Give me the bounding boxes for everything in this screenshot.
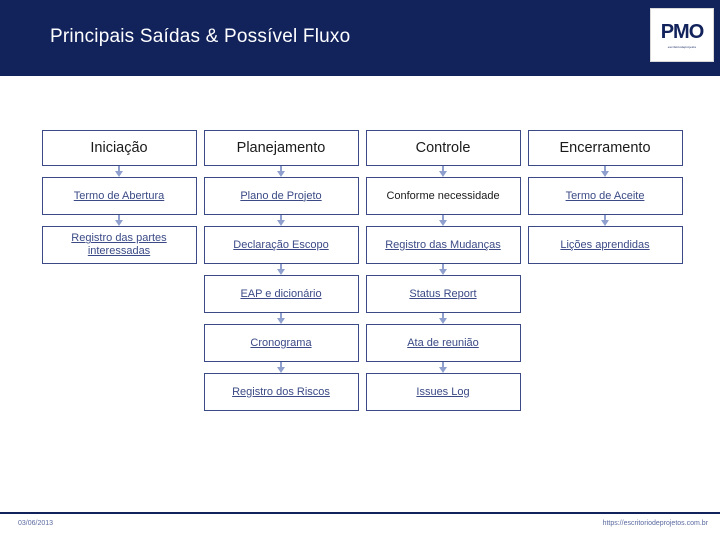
node-label: Status Report [409, 287, 477, 300]
flow-diagram: Iniciação Termo de Abertura Registro das… [0, 130, 720, 411]
diagram-column-iniciacao: Iniciação Termo de Abertura Registro das… [38, 130, 200, 264]
slide-header: Principais Saídas & Possível Fluxo PMO e… [0, 0, 720, 76]
column-header-planejamento: Planejamento [203, 130, 359, 166]
arrow-down-icon [276, 264, 286, 275]
logo-subtitle: escritoriodeprojetos [667, 44, 697, 49]
node-declaracao-escopo[interactable]: Declaração Escopo [203, 226, 359, 264]
footer-divider [0, 512, 720, 514]
arrow-down-icon [276, 166, 286, 177]
node-termo-de-abertura[interactable]: Termo de Abertura [41, 177, 197, 215]
arrow-down-icon [438, 362, 448, 373]
column-header-label: Encerramento [559, 139, 651, 156]
diagram-column-planejamento: Planejamento Plano de Projeto Declaração… [200, 130, 362, 411]
node-label: Registro das Mudanças [385, 238, 501, 251]
node-plano-de-projeto[interactable]: Plano de Projeto [203, 177, 359, 215]
column-header-encerramento: Encerramento [527, 130, 683, 166]
pmo-logo: PMO escritoriodeprojetos [650, 8, 714, 62]
node-cronograma[interactable]: Cronograma [203, 324, 359, 362]
node-label: Cronograma [250, 336, 312, 349]
arrow-down-icon [276, 313, 286, 324]
diagram-columns: Iniciação Termo de Abertura Registro das… [0, 130, 720, 411]
arrow-down-icon [600, 166, 610, 177]
node-label: Declaração Escopo [233, 238, 329, 251]
node-label: Issues Log [416, 385, 470, 398]
arrow-down-icon [438, 215, 448, 226]
slide-footer: 03/06/2013 https://escritoriodeprojetos.… [0, 512, 720, 540]
column-header-iniciacao: Iniciação [41, 130, 197, 166]
node-label: Conforme necessidade [386, 189, 500, 202]
node-ata-de-reuniao[interactable]: Ata de reunião [365, 324, 521, 362]
node-label: Termo de Abertura [73, 189, 165, 202]
column-header-label: Controle [415, 139, 471, 156]
logo-mark: PMO [660, 20, 705, 43]
node-status-report[interactable]: Status Report [365, 275, 521, 313]
node-registro-das-partes-interessadas[interactable]: Registro das partes interessadas [41, 226, 197, 264]
node-label: EAP e dicionário [240, 287, 322, 300]
node-label: Plano de Projeto [240, 189, 322, 202]
node-label: Registro das partes interessadas [71, 232, 167, 257]
diagram-column-encerramento: Encerramento Termo de Aceite Lições apre… [524, 130, 686, 264]
diagram-column-controle: Controle Conforme necessidade Registro d… [362, 130, 524, 411]
node-termo-de-aceite[interactable]: Termo de Aceite [527, 177, 683, 215]
column-header-label: Planejamento [236, 139, 326, 156]
column-header-controle: Controle [365, 130, 521, 166]
arrow-down-icon [114, 166, 124, 177]
node-eap-e-dicionario[interactable]: EAP e dicionário [203, 275, 359, 313]
node-licoes-aprendidas[interactable]: Lições aprendidas [527, 226, 683, 264]
node-label: Termo de Aceite [565, 189, 645, 202]
node-label: Lições aprendidas [560, 238, 650, 251]
arrow-down-icon [276, 362, 286, 373]
node-label: Registro dos Riscos [232, 385, 330, 398]
arrow-down-icon [438, 264, 448, 275]
arrow-down-icon [114, 215, 124, 226]
page-title: Principais Saídas & Possível Fluxo [50, 26, 351, 47]
footer-url[interactable]: https://escritoriodeprojetos.com.br [603, 520, 708, 527]
arrow-down-icon [600, 215, 610, 226]
arrow-down-icon [438, 166, 448, 177]
arrow-down-icon [276, 215, 286, 226]
node-conforme-necessidade[interactable]: Conforme necessidade [365, 177, 521, 215]
node-label: Ata de reunião [407, 336, 479, 349]
node-registro-das-mudancas[interactable]: Registro das Mudanças [365, 226, 521, 264]
column-header-label: Iniciação [90, 139, 148, 156]
footer-date: 03/06/2013 [18, 520, 54, 527]
node-registro-dos-riscos[interactable]: Registro dos Riscos [203, 373, 359, 411]
arrow-down-icon [438, 313, 448, 324]
node-issues-log[interactable]: Issues Log [365, 373, 521, 411]
